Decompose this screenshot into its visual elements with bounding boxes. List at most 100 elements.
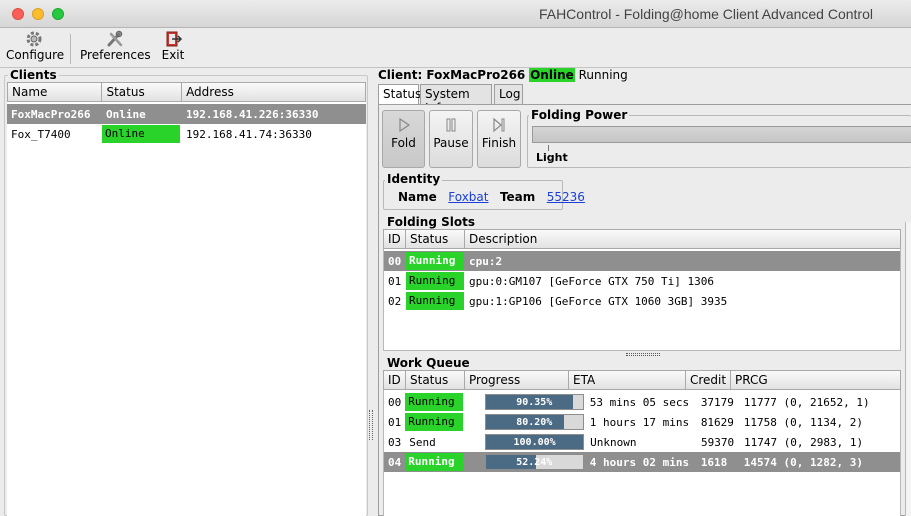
finish-icon [493,117,505,133]
client-header-state: Running [578,68,628,82]
clients-table [7,82,366,516]
identity-row: Name Foxbat Team 55236 [398,190,585,204]
work-unit-eta: Unknown [590,435,637,449]
preferences-label: Preferences [80,48,151,62]
work-unit-progress-bar: 90.35% [484,394,584,410]
folding-power-level-label: Light [536,151,568,164]
column-header-status[interactable]: Status [406,371,465,389]
work-unit-row[interactable]: 00 Running 90.35% 53 mins 05 secs 37179 11777… [384,392,900,412]
slot-row[interactable]: 00 Running cpu:2 [384,251,900,271]
work-unit-status-badge: Running [405,413,464,431]
exit-label: Exit [161,48,185,62]
column-header-prcg[interactable]: PRCG [731,371,900,389]
identity-team-link[interactable]: 55236 [547,190,585,204]
column-header-address[interactable]: Address [182,83,365,101]
work-unit-row[interactable]: 04 Running 52.24% 4 hours 02 mins 1618 14574 … [384,452,900,472]
identity-name-label: Name [398,190,437,204]
client-row[interactable]: Fox_T7400 Online 192.168.41.74:36330 [7,124,366,144]
column-header-credit[interactable]: Credit [686,371,731,389]
column-header-status[interactable]: Status [102,83,183,101]
close-window-button[interactable] [12,8,24,20]
identity-team-label: Team [499,190,536,204]
work-unit-eta: 53 mins 05 secs [589,395,690,409]
work-unit-eta: 4 hours 02 mins [589,455,690,469]
slot-status-badge: Running [406,292,464,310]
client-header-title: Client: FoxMacPro266 [378,68,526,82]
work-unit-eta: 1 hours 17 mins [589,415,690,429]
work-unit-id: 00 [388,395,402,409]
work-unit-credit: 59370 [701,435,735,449]
configure-button[interactable]: Configure [6,30,65,62]
right-scrollbar[interactable] [905,222,911,516]
slot-description: cpu:2 [469,254,503,268]
clients-table-header: Name Status Address [7,82,366,102]
work-unit-prcg: 11758 (0, 1134, 2) [743,415,864,429]
client-status: Online [106,107,146,121]
identity-name-link[interactable]: Foxbat [448,190,488,204]
work-unit-status-badge: Running [405,453,464,471]
tab-system-info[interactable]: System Info [420,84,492,115]
work-queue-header: ID Status Progress ETA Credit PRCG [383,370,901,390]
gear-icon [26,31,42,47]
work-unit-credit: 37179 [700,395,734,409]
exit-icon [166,31,183,47]
slot-id: 00 [388,254,402,268]
fold-button[interactable]: Fold [382,110,425,168]
zoom-window-button[interactable] [52,8,64,20]
finish-button[interactable]: Finish [477,110,521,168]
folding-power-slider[interactable] [532,126,911,143]
client-address: 192.168.41.74:36330 [186,127,312,141]
fold-label: Fold [391,136,416,150]
progress-text: 100.00% [513,437,556,448]
work-queue-label: Work Queue [385,356,472,370]
work-unit-prcg: 11747 (0, 2983, 1) [743,435,864,449]
work-unit-row[interactable]: 03 Send 100.00% Unknown 59370 11747 (0, 2983,… [384,432,900,452]
play-icon [398,117,410,133]
work-unit-status-badge: Running [405,393,464,411]
work-unit-row[interactable]: 01 Running 80.20% 1 hours 17 mins 81629 11758… [384,412,900,432]
client-header: Client: FoxMacPro266 Online Running [378,68,628,82]
title-bar: FAHControl - Folding@home Client Advance… [0,0,911,28]
work-unit-prcg: 14574 (0, 1282, 3) [743,455,864,469]
client-row[interactable]: FoxMacPro266 Online 192.168.41.226:36330 [7,104,366,124]
work-unit-credit: 1618 [700,455,728,469]
column-header-eta[interactable]: ETA [569,371,686,389]
pause-icon [446,118,456,132]
slot-row[interactable]: 01 Running gpu:0:GM107 [GeForce GTX 750 … [384,271,900,291]
column-header-status[interactable]: Status [406,230,465,248]
work-unit-progress-bar: 80.20% [484,414,584,430]
finish-label: Finish [481,136,517,150]
slot-description: gpu:1:GP106 [GeForce GTX 1060 3GB] 3935 [469,294,728,308]
slot-description: gpu:0:GM107 [GeForce GTX 750 Ti] 1306 [469,274,715,288]
progress-text: 90.35% [516,397,553,408]
work-unit-id: 04 [388,455,402,469]
column-header-id[interactable]: ID [384,230,406,248]
column-header-id[interactable]: ID [384,371,406,389]
work-unit-progress-bar: 100.00% [485,434,585,450]
toolbar: Configure Preferences Exit [0,28,911,68]
pause-label: Pause [433,136,469,150]
client-header-status: Online [529,68,575,82]
slot-status-badge: Running [406,272,464,290]
vertical-splitter-handle[interactable] [626,353,660,356]
work-unit-progress-bar: 52.24% [484,454,584,470]
tab-status[interactable]: Status [378,84,421,105]
exit-button[interactable]: Exit [158,30,188,62]
folding-slots-label: Folding Slots [385,215,477,229]
work-unit-id: 03 [388,435,402,449]
slot-id: 01 [388,274,402,288]
pause-button[interactable]: Pause [429,110,473,168]
column-header-name[interactable]: Name [8,83,103,101]
work-unit-status: Send [409,435,436,449]
client-address: 192.168.41.226:36330 [186,107,319,121]
tab-log[interactable]: Log [494,84,523,104]
column-header-progress[interactable]: Progress [465,371,569,389]
column-header-description[interactable]: Description [465,230,900,248]
preferences-button[interactable]: Preferences [80,30,151,62]
pane-splitter-handle[interactable] [369,410,373,440]
configure-label: Configure [6,48,65,62]
minimize-window-button[interactable] [32,8,44,20]
tools-icon [107,30,123,47]
client-status-badge: Online [102,125,180,143]
slot-row[interactable]: 02 Running gpu:1:GP106 [GeForce GTX 1060… [384,291,900,311]
